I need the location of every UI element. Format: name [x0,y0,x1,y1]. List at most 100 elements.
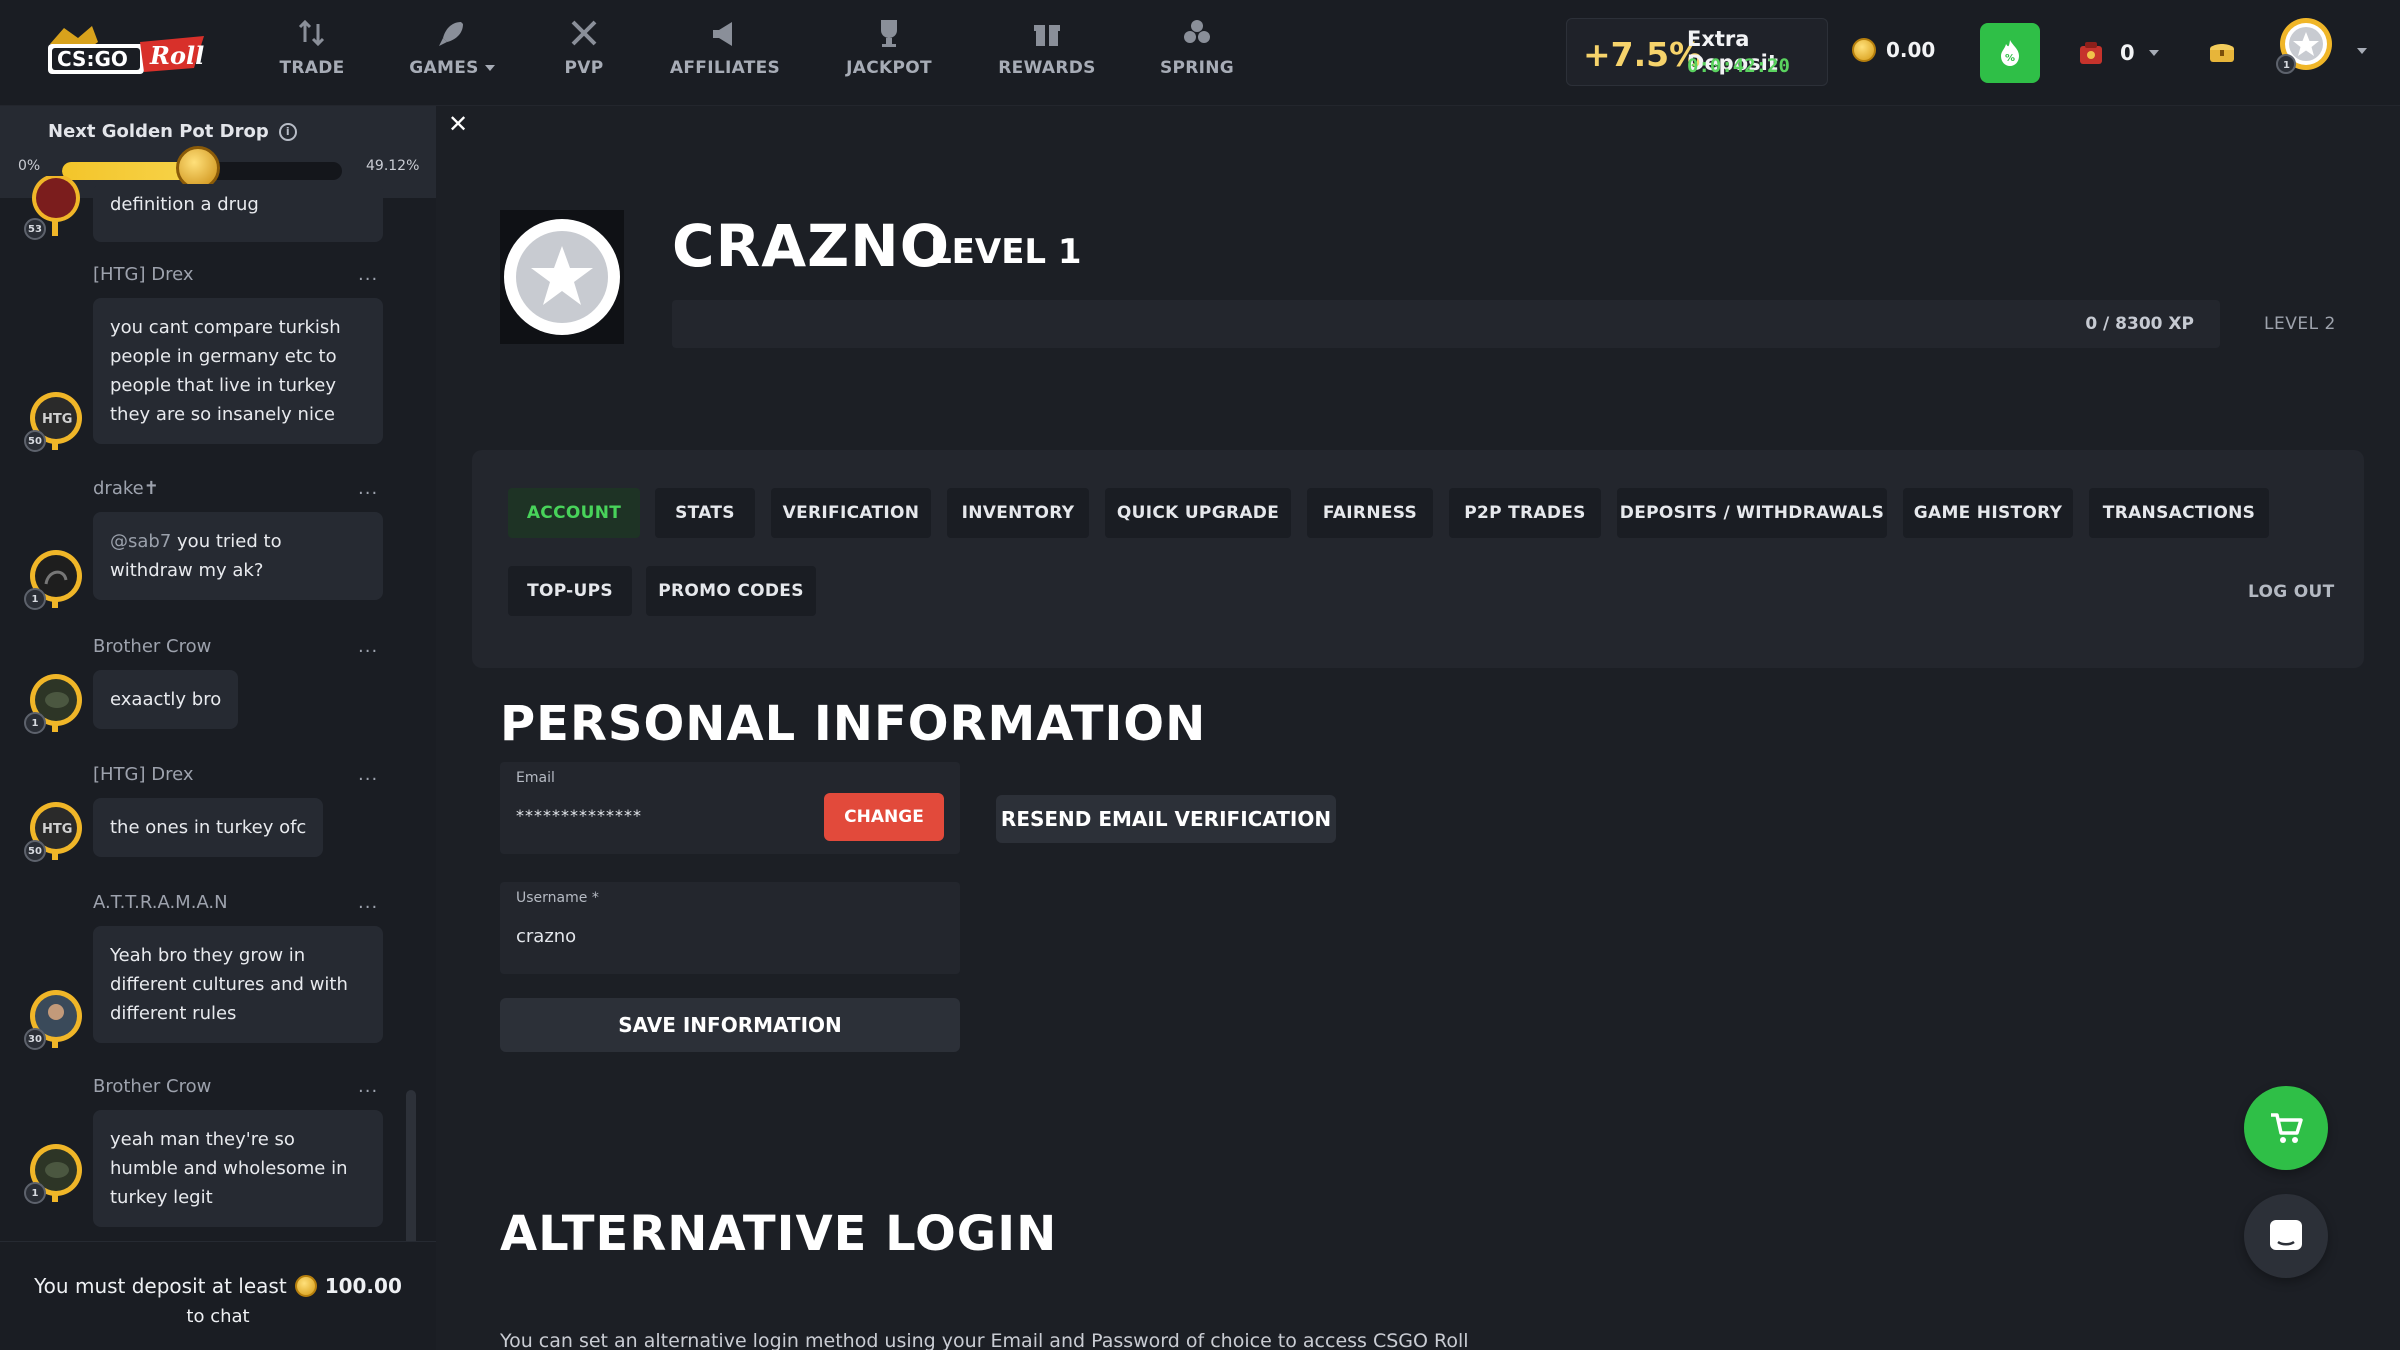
info-icon[interactable]: i [278,122,297,141]
chat-avatar[interactable]: HTG 50 [24,388,84,452]
save-information-button[interactable]: SAVE INFORMATION [500,998,960,1052]
email-label: Email [516,770,555,786]
chat-username[interactable]: [HTG] Drex [93,264,194,285]
tab-verification[interactable]: VERIFICATION [771,488,931,538]
tab-inventory[interactable]: INVENTORY [947,488,1089,538]
tab-transactions[interactable]: TRANSACTIONS [2089,488,2269,538]
chat-username[interactable]: Brother Crow [93,636,211,657]
chat-username[interactable]: Brother Crow [93,1076,211,1097]
golden-pot-progress-label: 49.12% [366,158,420,174]
chat-message-bubble: @sab7 you tried to withdraw my ak? [93,512,383,600]
chat-message-options[interactable]: ... [358,478,378,499]
chat-bubble-icon [2270,1220,2302,1250]
nav-rewards[interactable]: REWARDS [996,16,1098,90]
nav-label: AFFILIATES [669,58,781,78]
chat-notice-text: You must deposit at least [34,1274,287,1298]
nav-pvp[interactable]: PVP [548,16,620,90]
chat-mention[interactable]: @sab7 [110,531,171,552]
username-value[interactable]: crazno [516,926,576,947]
support-chat-button[interactable] [2244,1194,2328,1278]
chevron-down-icon [484,65,495,71]
chat-level-badge: 1 [24,588,46,610]
chat-message-options[interactable]: ... [358,892,378,913]
chat-username[interactable]: [HTG] Drex [93,764,194,785]
case-count: 0 [2120,41,2135,65]
chat-level-badge: 1 [24,1182,46,1204]
chat-avatar[interactable]: 30 [24,986,84,1050]
cart-icon [2271,1113,2303,1143]
nav-label: JACKPOT [846,58,932,78]
nav-games[interactable]: GAMES [408,16,496,90]
tab-p2p-trades[interactable]: P2P TRADES [1449,488,1601,538]
chat-message-options[interactable]: ... [358,636,378,657]
chat-message-bubble: exaactly bro [93,670,239,729]
chat-message-options[interactable]: ... [358,1076,378,1097]
deposit-button[interactable]: % [1980,23,2040,83]
tab-quick-upgrade[interactable]: QUICK UPGRADE [1105,488,1291,538]
chat-message-text: exaactly bro [110,689,222,710]
next-level-label: LEVEL 2 [2264,314,2336,334]
chat-message-text: definition a drug [110,194,259,215]
chat-username[interactable]: drake✝ [93,478,159,499]
nav-spring[interactable]: SPRING [1156,16,1238,90]
gift-icon [1034,25,1060,46]
profile-username: CRAZNO [672,212,951,280]
chat-message-text: you cant compare turkish people in germa… [110,317,341,425]
extra-deposit-promo[interactable]: +7.5% Extra Deposit 0:0:42:20 [1566,18,1828,86]
user-avatar[interactable]: 1 [2276,16,2336,76]
change-email-button[interactable]: CHANGE [824,793,944,841]
avatar-chevron-down-icon[interactable] [2357,48,2367,54]
golden-pot-title: Next Golden Pot Drop i [48,121,297,142]
chat-message-bubble: you cant compare turkish people in germa… [93,298,383,444]
xp-progress-bar: 0 / 8300 XP [672,300,2220,348]
nav-label: REWARDS [998,58,1096,78]
close-chat-icon[interactable]: ✕ [448,110,468,138]
nav-trade[interactable]: TRADE [272,16,352,90]
chat-avatar[interactable]: HTG 50 [24,798,84,862]
tab-promo-codes[interactable]: PROMO CODES [646,566,816,616]
tab-game-history[interactable]: GAME HISTORY [1903,488,2073,538]
tab-account[interactable]: ACCOUNT [508,488,640,538]
treasure-chest-icon[interactable] [2206,36,2238,68]
resend-email-verification-button[interactable]: RESEND EMAIL VERIFICATION [996,795,1336,843]
tab-top-ups[interactable]: TOP-UPS [508,566,632,616]
chat-message-options[interactable]: ... [358,764,378,785]
csgoroll-logo[interactable]: CS:GO Roll [44,22,212,82]
chevron-down-icon[interactable] [2148,50,2159,56]
chat-sidebar: Next Golden Pot Drop i 0% 49.12% 53 defi… [0,106,436,1350]
account-tabs-panel [472,450,2364,668]
chat-avatar[interactable]: 53 [24,174,84,240]
chat-message-options[interactable]: ... [358,264,378,285]
swords-icon [571,20,597,46]
chat-notice-line: You must deposit at least 100.00 [0,1274,436,1298]
shop-cart-button[interactable] [2244,1086,2328,1170]
balance-display[interactable]: 0.00 [1852,38,1935,62]
logout-link[interactable]: LOG OUT [2248,582,2335,602]
flower-icon [1184,20,1210,43]
chat-avatar[interactable]: 1 [24,670,84,734]
coin-icon [1852,38,1876,62]
chat-notice-amount: 100.00 [324,1274,402,1298]
tab-stats[interactable]: STATS [655,488,755,538]
nav-label: SPRING [1159,58,1235,78]
chat-avatar[interactable]: 1 [24,1140,84,1204]
svg-text:HTG: HTG [42,412,72,427]
chat-message-text: yeah man they're so humble and wholesome… [110,1129,348,1208]
chat-notice-suffix: to chat [186,1306,250,1327]
nav-label: PVP [564,58,604,78]
chat-avatar[interactable]: 1 [24,546,84,610]
cases-display[interactable]: 0 [2076,38,2159,68]
nav-jackpot[interactable]: JACKPOT [840,16,938,90]
trophy-icon [881,20,897,47]
tab-fairness[interactable]: FAIRNESS [1307,488,1433,538]
alternative-login-heading: ALTERNATIVE LOGIN [500,1206,1058,1262]
chat-level-badge: 53 [24,218,46,240]
chat-username[interactable]: A.T.T.R.A.M.A.N [93,892,228,913]
rocket-icon [439,22,463,46]
svg-text:1: 1 [2283,60,2290,71]
tab-deposits-withdrawals[interactable]: DEPOSITS / WITHDRAWALS [1617,488,1887,538]
username-field[interactable]: Username * crazno [500,882,960,974]
chat-message-bubble: Yeah bro they grow in different cultures… [93,926,383,1043]
personal-information-heading: PERSONAL INFORMATION [500,696,1207,752]
nav-affiliates[interactable]: AFFILIATES [670,16,780,90]
